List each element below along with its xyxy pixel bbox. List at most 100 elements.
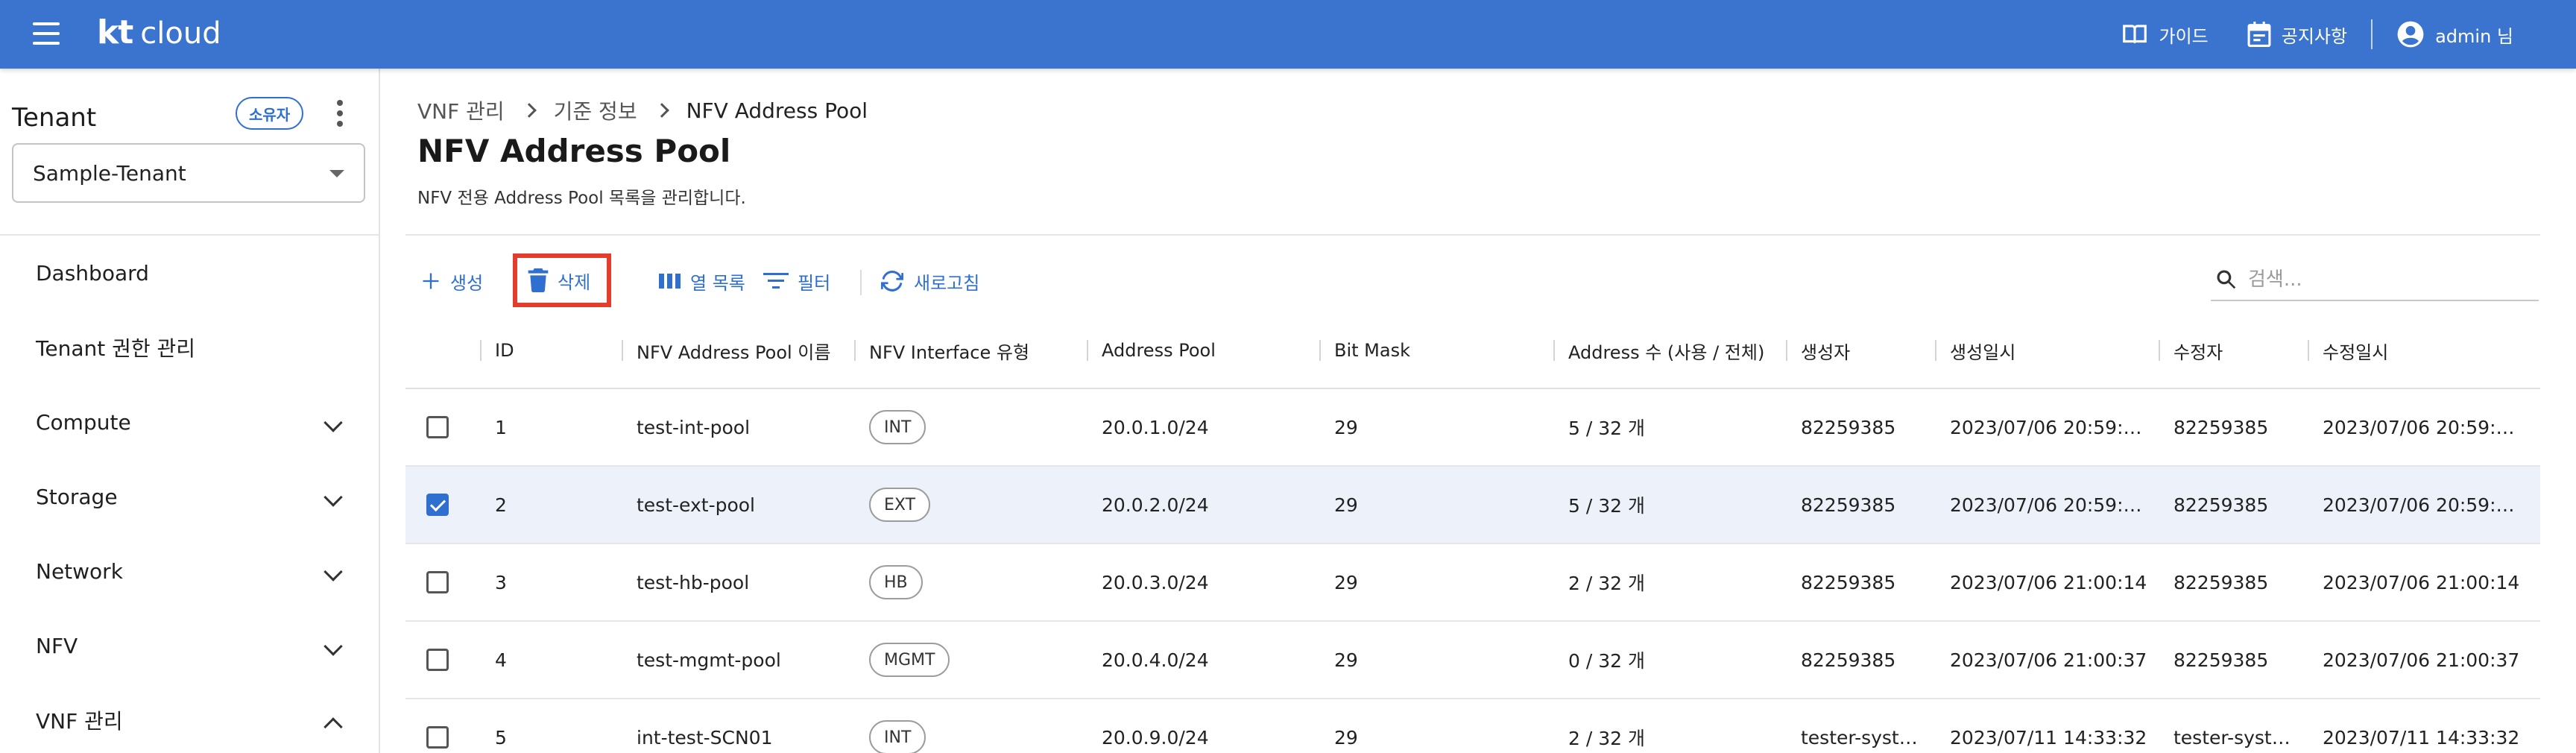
column-header-interface-type[interactable]: NFV Interface 유형 [854, 312, 1087, 389]
column-header-id[interactable]: ID [480, 312, 622, 389]
tenant-select[interactable]: Sample-Tenant [12, 143, 365, 203]
columns-button[interactable]: 열 목록 [659, 259, 745, 303]
cell-address-pool-text: 20.0.1.0/24 [1102, 416, 1209, 438]
top-actions: 가이드 공지사항 admin 님 [2101, 0, 2534, 69]
column-header-address-count[interactable]: Address 수 (사용 / 전체) [1553, 312, 1786, 389]
cell-modified-at-text: 2023/07/06 20:59:… [2323, 416, 2515, 438]
row-checkbox[interactable] [426, 571, 449, 593]
cell-id-text: 5 [495, 726, 507, 749]
table-row[interactable]: 4 test-mgmt-pool MGMT 20.0.4.0/24 29 0 / 32 개… [405, 622, 2540, 699]
column-header-creator[interactable]: 생성자 [1786, 312, 1935, 389]
cell-creator-text: 82259385 [1801, 494, 1896, 516]
delete-button[interactable]: 삭제 [513, 253, 612, 307]
cell-address-count: 0 / 32 개 [1568, 622, 1786, 698]
sidebar-item-storage[interactable]: Storage [0, 459, 379, 534]
create-button[interactable]: 생성 [420, 259, 483, 303]
cell-pool-name-text: int-test-SCN01 [637, 726, 773, 749]
create-label: 생성 [450, 272, 484, 294]
cell-modifier-text: 82259385 [2174, 416, 2269, 438]
kt-cloud-logo[interactable]: kt cloud [97, 13, 221, 55]
top-divider [2371, 19, 2373, 49]
menu-icon[interactable] [33, 22, 60, 45]
cell-address-count-text: 0 / 32 개 [1568, 650, 1645, 672]
sidebar-item-label: NFV [36, 633, 78, 658]
row-checkbox[interactable] [426, 416, 449, 438]
search-input[interactable] [2248, 268, 2501, 291]
columns-label: 열 목록 [690, 272, 745, 294]
cell-modifier-text: 82259385 [2174, 571, 2269, 593]
breadcrumb: VNF 관리 기준 정보 NFV Address Pool [417, 95, 868, 125]
row-checkbox[interactable] [426, 649, 449, 671]
search-box[interactable] [2211, 259, 2539, 301]
notice-button[interactable]: 공지사항 [2228, 22, 2367, 48]
refresh-label: 새로고침 [914, 272, 980, 294]
cell-creator-text: 82259385 [1801, 571, 1896, 593]
guide-button[interactable]: 가이드 [2101, 22, 2228, 48]
cell-bit-mask-text: 29 [1334, 571, 1358, 593]
tenant-header: Tenant [12, 98, 362, 137]
table-row[interactable]: 3 test-hb-pool HB 20.0.3.0/24 29 2 / 32 개 8225… [405, 544, 2540, 622]
row-checkbox[interactable] [426, 726, 449, 749]
row-checkbox[interactable] [426, 494, 449, 516]
more-vert-icon[interactable] [335, 100, 344, 127]
cell-modifier: 82259385 [2174, 467, 2300, 543]
chevron-up-icon [323, 717, 343, 737]
cell-bit-mask-text: 29 [1334, 649, 1358, 671]
cell-created-at-text: 2023/07/06 20:59:… [1950, 416, 2142, 438]
sidebar-item-compute[interactable]: Compute [0, 385, 379, 459]
cell-pool-name: int-test-SCN01 [637, 699, 854, 753]
cell-address-count-text: 5 / 32 개 [1568, 418, 1645, 439]
filter-button[interactable]: 필터 [763, 259, 830, 303]
cell-address-pool-text: 20.0.3.0/24 [1102, 571, 1209, 593]
refresh-button[interactable]: 새로고침 [880, 259, 979, 303]
refresh-icon [881, 271, 903, 292]
interface-type-chip: INT [869, 410, 926, 444]
cell-modified-at: 2023/07/06 21:00:14 [2323, 544, 2540, 620]
owner-badge: 소유자 [236, 97, 304, 130]
table-row[interactable]: 1 test-int-pool INT 20.0.1.0/24 29 5 / 32 개 82… [405, 389, 2540, 467]
cell-interface-type: INT [869, 389, 1087, 465]
cell-creator: 82259385 [1801, 544, 1928, 620]
cell-bit-mask: 29 [1334, 622, 1553, 698]
account-button[interactable]: admin 님 [2377, 20, 2533, 48]
sidebar-item-dashboard[interactable]: Dashboard [0, 236, 379, 310]
column-header-pool-name[interactable]: NFV Address Pool 이름 [622, 312, 854, 389]
account-label: admin 님 [2435, 25, 2513, 47]
interface-type-chip: EXT [869, 488, 931, 522]
chevron-down-icon [323, 562, 343, 582]
column-header-bit-mask[interactable]: Bit Mask [1319, 312, 1553, 389]
cell-modified-at-text: 2023/07/06 20:59:… [2323, 494, 2515, 516]
cell-address-count: 5 / 32 개 [1568, 467, 1786, 543]
cell-creator-text: 82259385 [1801, 416, 1896, 438]
interface-type-chip: HB [869, 565, 923, 599]
sidebar-item-tenant-permissions[interactable]: Tenant 권한 관리 [0, 310, 379, 385]
breadcrumb-item[interactable]: VNF 관리 [417, 95, 505, 125]
column-header-modified-at[interactable]: 수정일시 [2308, 312, 2540, 389]
cell-pool-name-text: test-int-pool [637, 416, 751, 438]
cell-created-at: 2023/07/11 14:33:32 [1950, 699, 2151, 753]
cell-bit-mask: 29 [1334, 467, 1553, 543]
breadcrumb-current: NFV Address Pool [686, 98, 868, 123]
sidebar-item-nfv[interactable]: NFV [0, 608, 379, 683]
cell-modifier: 82259385 [2174, 389, 2300, 465]
cell-created-at: 2023/07/06 20:59:… [1950, 467, 2151, 543]
delete-label: 삭제 [558, 271, 591, 293]
column-header-address-pool[interactable]: Address Pool [1087, 312, 1319, 389]
table-body: 1 test-int-pool INT 20.0.1.0/24 29 5 / 32 개 82… [405, 389, 2540, 753]
column-header-modifier[interactable]: 수정자 [2159, 312, 2308, 389]
cell-address-count: 2 / 32 개 [1568, 544, 1786, 620]
cell-pool-name: test-ext-pool [637, 467, 854, 543]
sidebar-item-vnf-management[interactable]: VNF 관리 [0, 683, 379, 753]
cell-created-at: 2023/07/06 20:59:… [1950, 389, 2151, 465]
sidebar-item-label: VNF 관리 [36, 709, 123, 734]
table-row[interactable]: 5 int-test-SCN01 INT 20.0.9.0/24 29 2 / 32 개 t… [405, 699, 2540, 753]
cell-id-text: 1 [495, 416, 507, 438]
cell-bit-mask-text: 29 [1334, 494, 1358, 516]
cell-creator: 82259385 [1801, 467, 1928, 543]
sidebar-item-network[interactable]: Network [0, 534, 379, 608]
breadcrumb-item[interactable]: 기준 정보 [554, 95, 637, 125]
sidebar: Tenant 소유자 Sample-Tenant Dashboard Tenan… [0, 69, 380, 753]
toolbar-divider [860, 270, 862, 295]
table-row[interactable]: 2 test-ext-pool EXT 20.0.2.0/24 29 5 / 32 개 82… [405, 467, 2540, 544]
column-header-created-at[interactable]: 생성일시 [1935, 312, 2159, 389]
